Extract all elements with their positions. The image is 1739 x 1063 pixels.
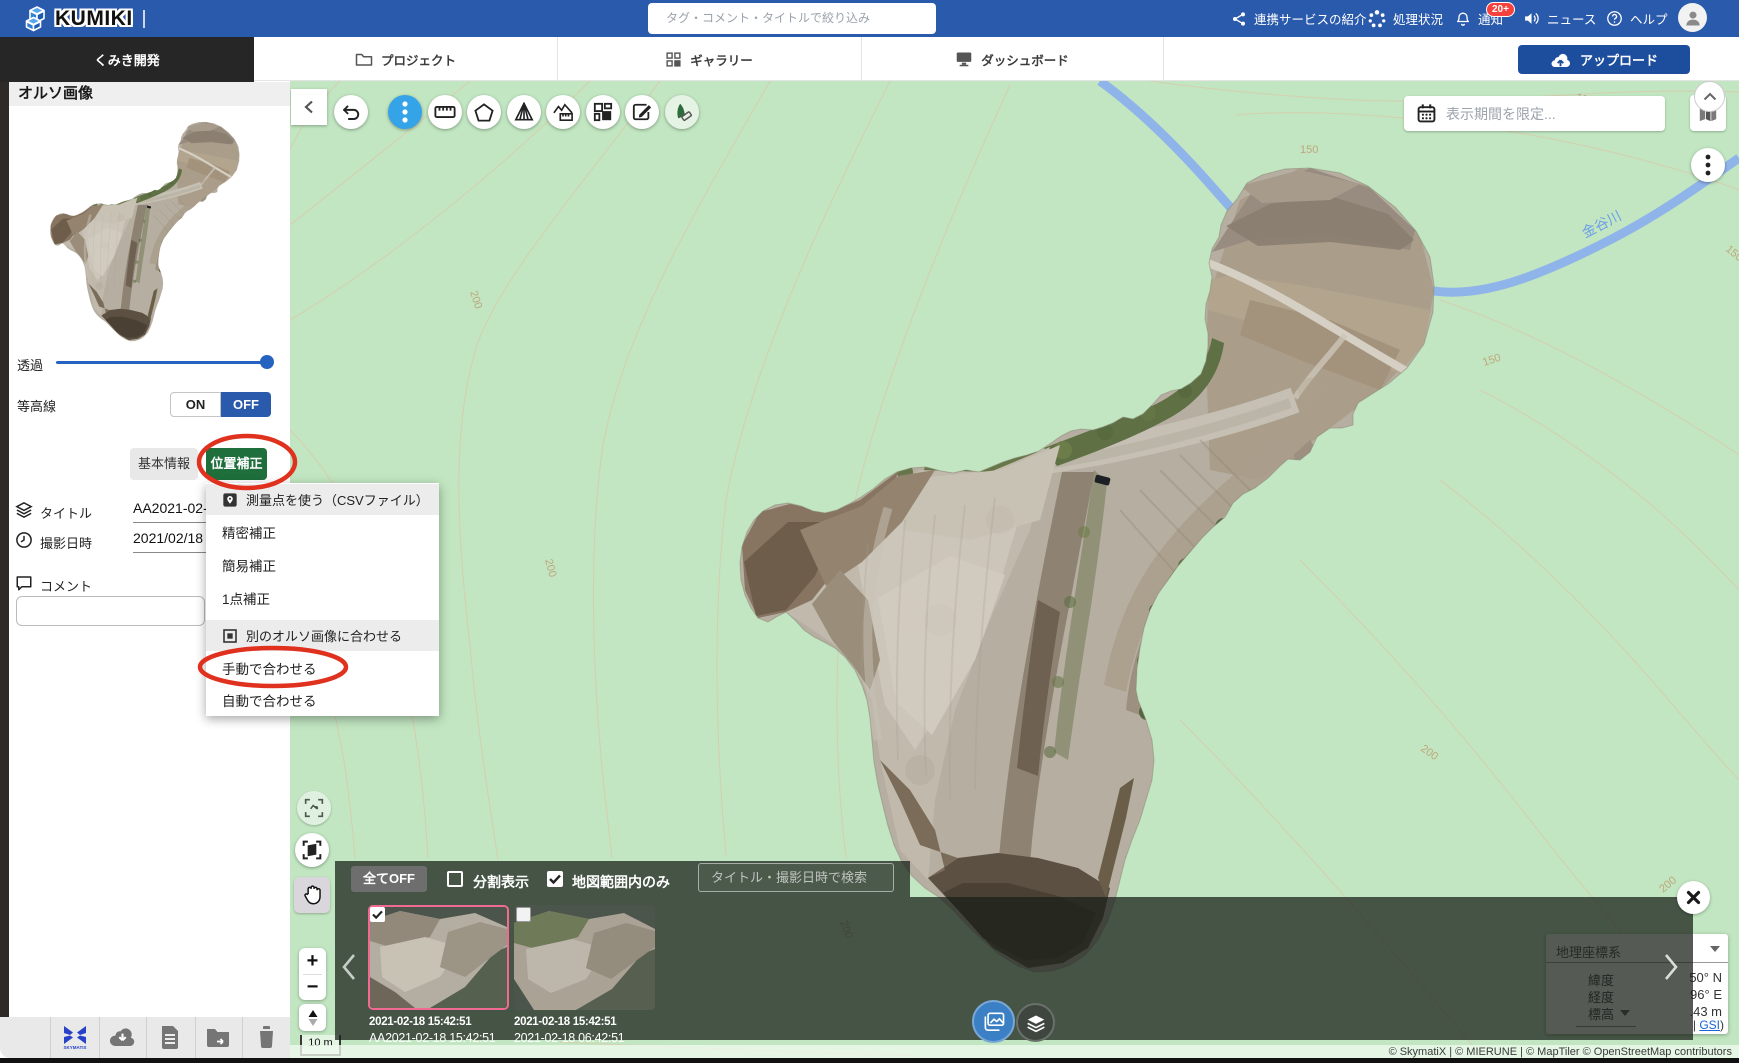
svg-text:SKYMATIX: SKYMATIX [64,1045,87,1050]
svg-text:150: 150 [1300,144,1318,156]
svg-text:200: 200 [1657,874,1679,895]
svg-text:150: 150 [1723,243,1739,264]
svg-text:200: 200 [1418,743,1440,763]
svg-text:200: 200 [467,289,484,310]
svg-text:200: 200 [542,558,558,579]
svg-text:150: 150 [1481,352,1502,369]
